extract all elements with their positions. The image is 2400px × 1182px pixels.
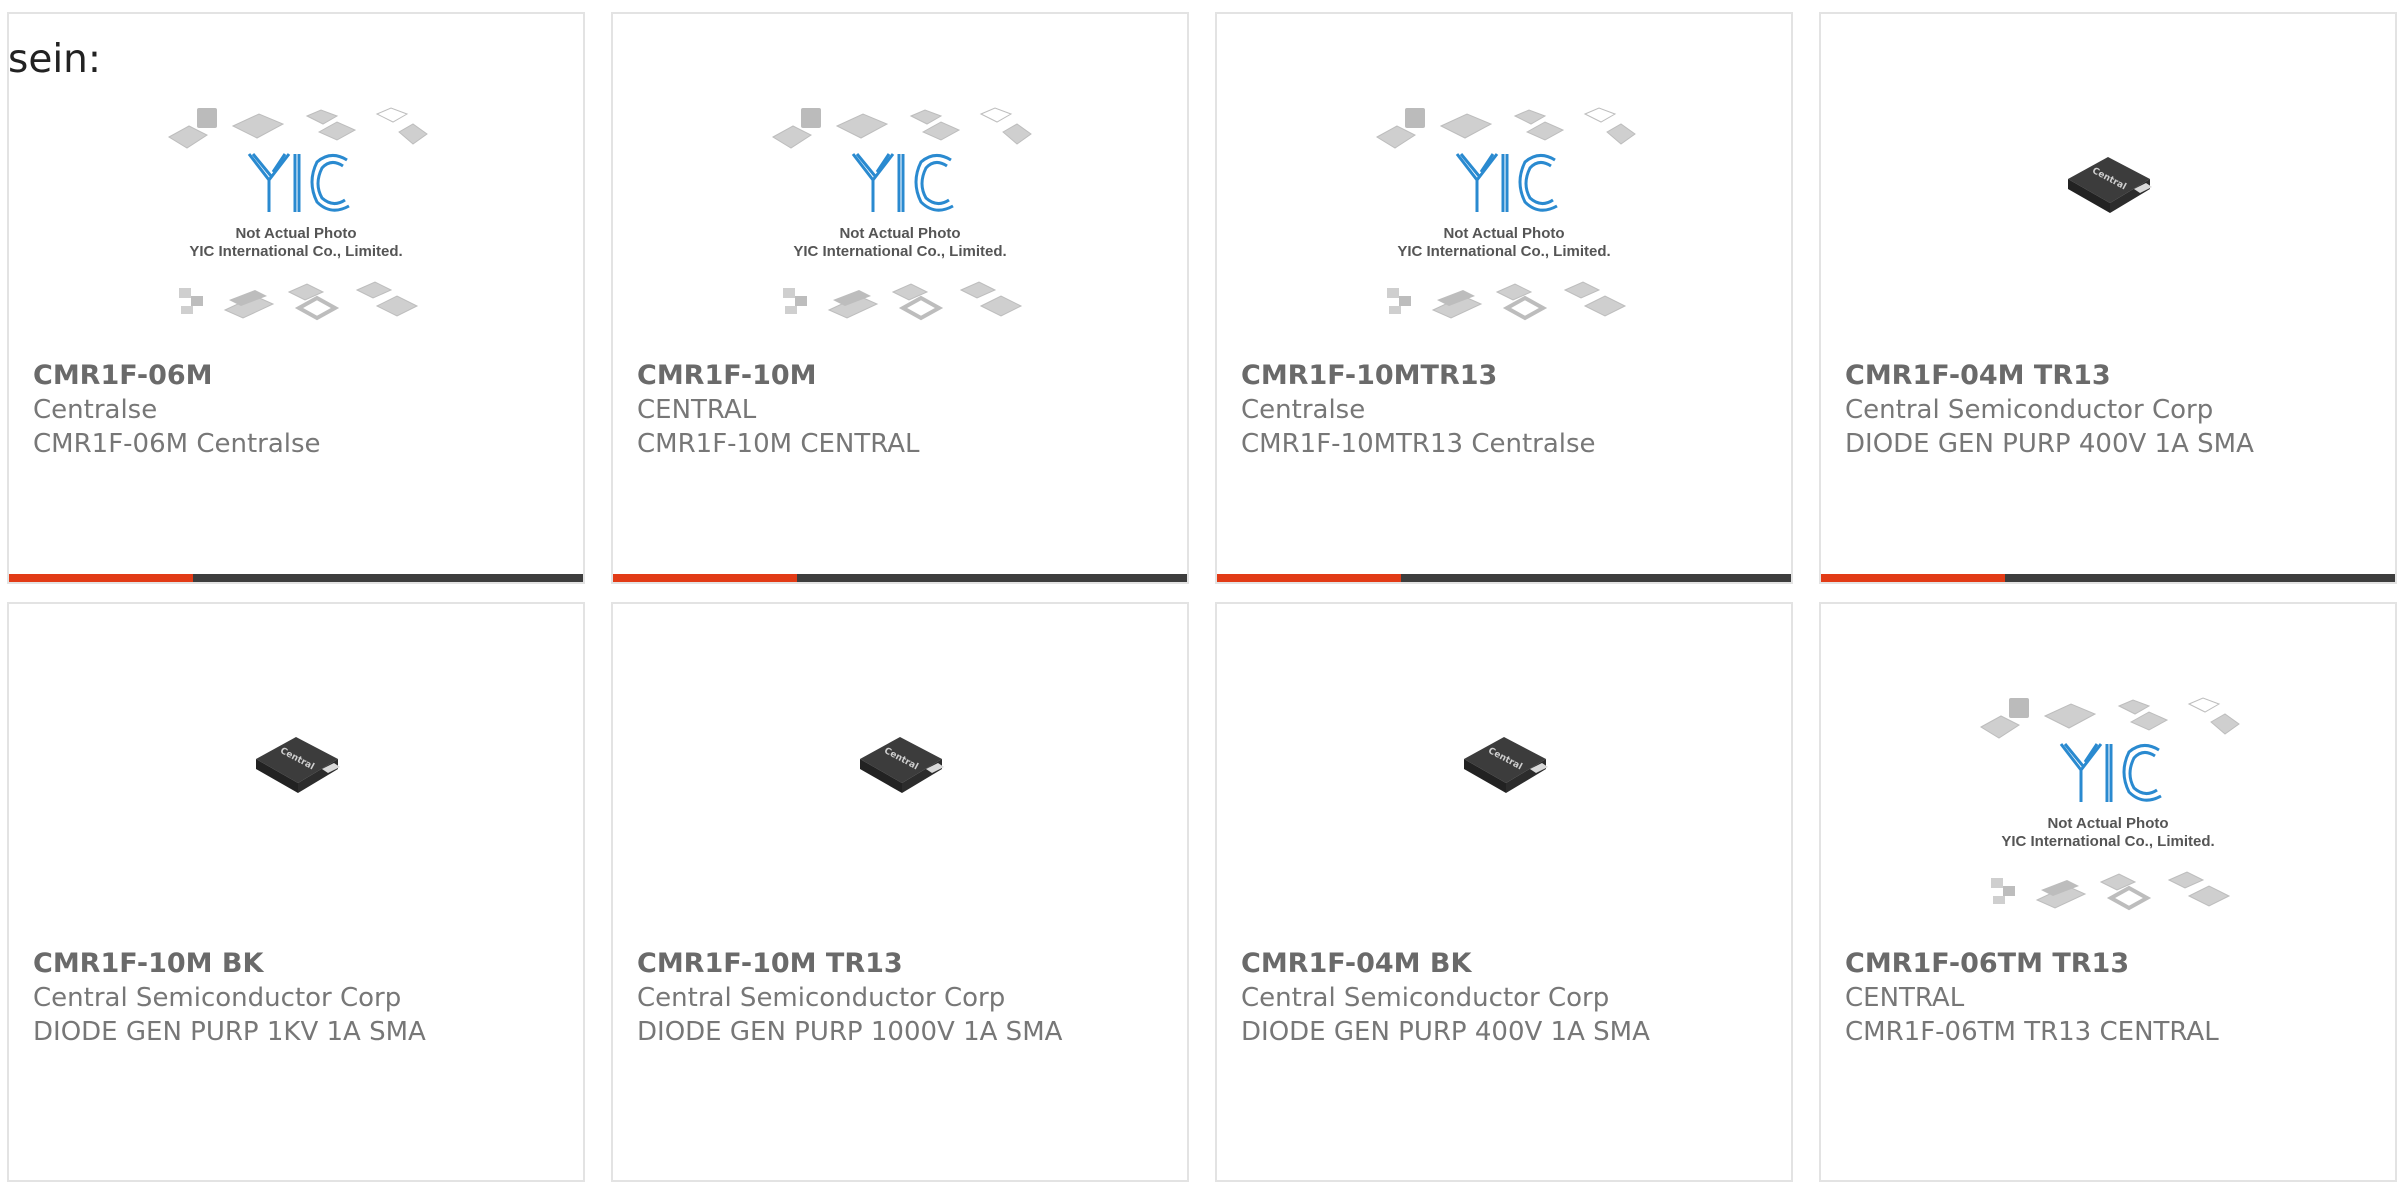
placeholder-photo-icon: Not Actual Photo YIC International Co., … — [772, 107, 1032, 321]
product-card[interactable]: Central CMR1F-04M TR13 Central Semicondu… — [1819, 12, 2397, 584]
part-number[interactable]: CMR1F-10M TR13 — [637, 947, 1177, 981]
part-number[interactable]: CMR1F-10M — [637, 359, 1177, 393]
progress-fill — [1821, 574, 2005, 582]
product-card[interactable]: Central CMR1F-10M TR13 Central Semicondu… — [611, 602, 1189, 1182]
svg-text:Not Actual Photo: Not Actual Photo — [1443, 225, 1564, 242]
product-description: DIODE GEN PURP 400V 1A SMA — [1845, 429, 2254, 459]
manufacturer: Central Semiconductor Corp — [1241, 983, 1610, 1013]
product-info: CMR1F-06TM TR13 CENTRAL CMR1F-06TM TR13 … — [1845, 947, 2385, 1049]
manufacturer: CENTRAL — [1845, 983, 1965, 1013]
manufacturer: Central Semiconductor Corp — [637, 983, 1006, 1013]
part-number[interactable]: CMR1F-06TM TR13 — [1845, 947, 2385, 981]
diode-package-icon: Central — [2068, 157, 2152, 213]
product-description: DIODE GEN PURP 1KV 1A SMA — [33, 1017, 426, 1047]
progress-bar — [9, 574, 583, 582]
product-info: CMR1F-06M Centralse CMR1F-06M Centralse — [33, 359, 573, 461]
placeholder-photo-icon: Not Actual Photo YIC International Co., … — [1376, 107, 1636, 321]
svg-text:YIC International Co., Limited: YIC International Co., Limited. — [793, 243, 1006, 260]
product-description: CMR1F-10M CENTRAL — [637, 429, 920, 459]
progress-bar — [1821, 574, 2395, 582]
intro-text: sein: — [8, 37, 102, 82]
product-card[interactable]: Not Actual Photo YIC International Co., … — [1215, 12, 1793, 584]
svg-text:Not Actual Photo: Not Actual Photo — [235, 225, 356, 242]
product-image[interactable]: Central — [9, 604, 583, 934]
manufacturer: Centralse — [1241, 395, 1366, 425]
progress-bar — [1217, 574, 1791, 582]
progress-fill — [613, 574, 797, 582]
placeholder-photo-icon: Not Actual Photo YIC International Co., … — [1980, 697, 2240, 911]
product-description: CMR1F-06M Centralse — [33, 429, 321, 459]
product-description: DIODE GEN PURP 400V 1A SMA — [1241, 1017, 1650, 1047]
manufacturer: CENTRAL — [637, 395, 757, 425]
part-number[interactable]: CMR1F-10MTR13 — [1241, 359, 1781, 393]
part-number[interactable]: CMR1F-04M TR13 — [1845, 359, 2385, 393]
product-info: CMR1F-10MTR13 Centralse CMR1F-10MTR13 Ce… — [1241, 359, 1781, 461]
diode-package-icon: Central — [860, 737, 944, 793]
product-info: CMR1F-10M CENTRAL CMR1F-10M CENTRAL — [637, 359, 1177, 461]
product-card[interactable]: Central CMR1F-04M BK Central Semiconduct… — [1215, 602, 1793, 1182]
manufacturer: Centralse — [33, 395, 158, 425]
product-info: CMR1F-10M BK Central Semiconductor Corp … — [33, 947, 573, 1049]
progress-fill — [1217, 574, 1401, 582]
diode-package-icon: Central — [1464, 737, 1548, 793]
svg-text:YIC International Co., Limited: YIC International Co., Limited. — [189, 243, 402, 260]
part-number[interactable]: CMR1F-04M BK — [1241, 947, 1781, 981]
product-image[interactable]: Central — [613, 604, 1187, 934]
manufacturer: Central Semiconductor Corp — [1845, 395, 2214, 425]
product-image[interactable]: Central — [1821, 14, 2395, 344]
product-info: CMR1F-10M TR13 Central Semiconductor Cor… — [637, 947, 1177, 1049]
svg-text:YIC International Co., Limited: YIC International Co., Limited. — [1397, 243, 1610, 260]
product-description: CMR1F-06TM TR13 CENTRAL — [1845, 1017, 2219, 1047]
product-image[interactable]: Not Actual Photo YIC International Co., … — [613, 14, 1187, 344]
progress-fill — [9, 574, 193, 582]
placeholder-photo-icon: Not Actual Photo YIC International Co., … — [168, 107, 428, 321]
product-grid: Not Actual Photo YIC International Co., … — [0, 0, 2400, 1182]
product-info: CMR1F-04M TR13 Central Semiconductor Cor… — [1845, 359, 2385, 461]
manufacturer: Central Semiconductor Corp — [33, 983, 402, 1013]
svg-text:YIC International Co., Limited: YIC International Co., Limited. — [2001, 833, 2214, 850]
product-image[interactable]: Central — [1217, 604, 1791, 934]
svg-text:Not Actual Photo: Not Actual Photo — [839, 225, 960, 242]
diode-package-icon: Central — [256, 737, 340, 793]
part-number[interactable]: CMR1F-06M — [33, 359, 573, 393]
product-info: CMR1F-04M BK Central Semiconductor Corp … — [1241, 947, 1781, 1049]
progress-bar — [613, 574, 1187, 582]
svg-text:Not Actual Photo: Not Actual Photo — [2047, 815, 2168, 832]
part-number[interactable]: CMR1F-10M BK — [33, 947, 573, 981]
product-card[interactable]: Not Actual Photo YIC International Co., … — [7, 12, 585, 584]
product-image[interactable]: Not Actual Photo YIC International Co., … — [1821, 604, 2395, 934]
product-image[interactable]: Not Actual Photo YIC International Co., … — [1217, 14, 1791, 344]
product-card[interactable]: Not Actual Photo YIC International Co., … — [611, 12, 1189, 584]
product-description: CMR1F-10MTR13 Centralse — [1241, 429, 1596, 459]
product-description: DIODE GEN PURP 1000V 1A SMA — [637, 1017, 1063, 1047]
product-card[interactable]: Central CMR1F-10M BK Central Semiconduct… — [7, 602, 585, 1182]
product-card[interactable]: Not Actual Photo YIC International Co., … — [1819, 602, 2397, 1182]
